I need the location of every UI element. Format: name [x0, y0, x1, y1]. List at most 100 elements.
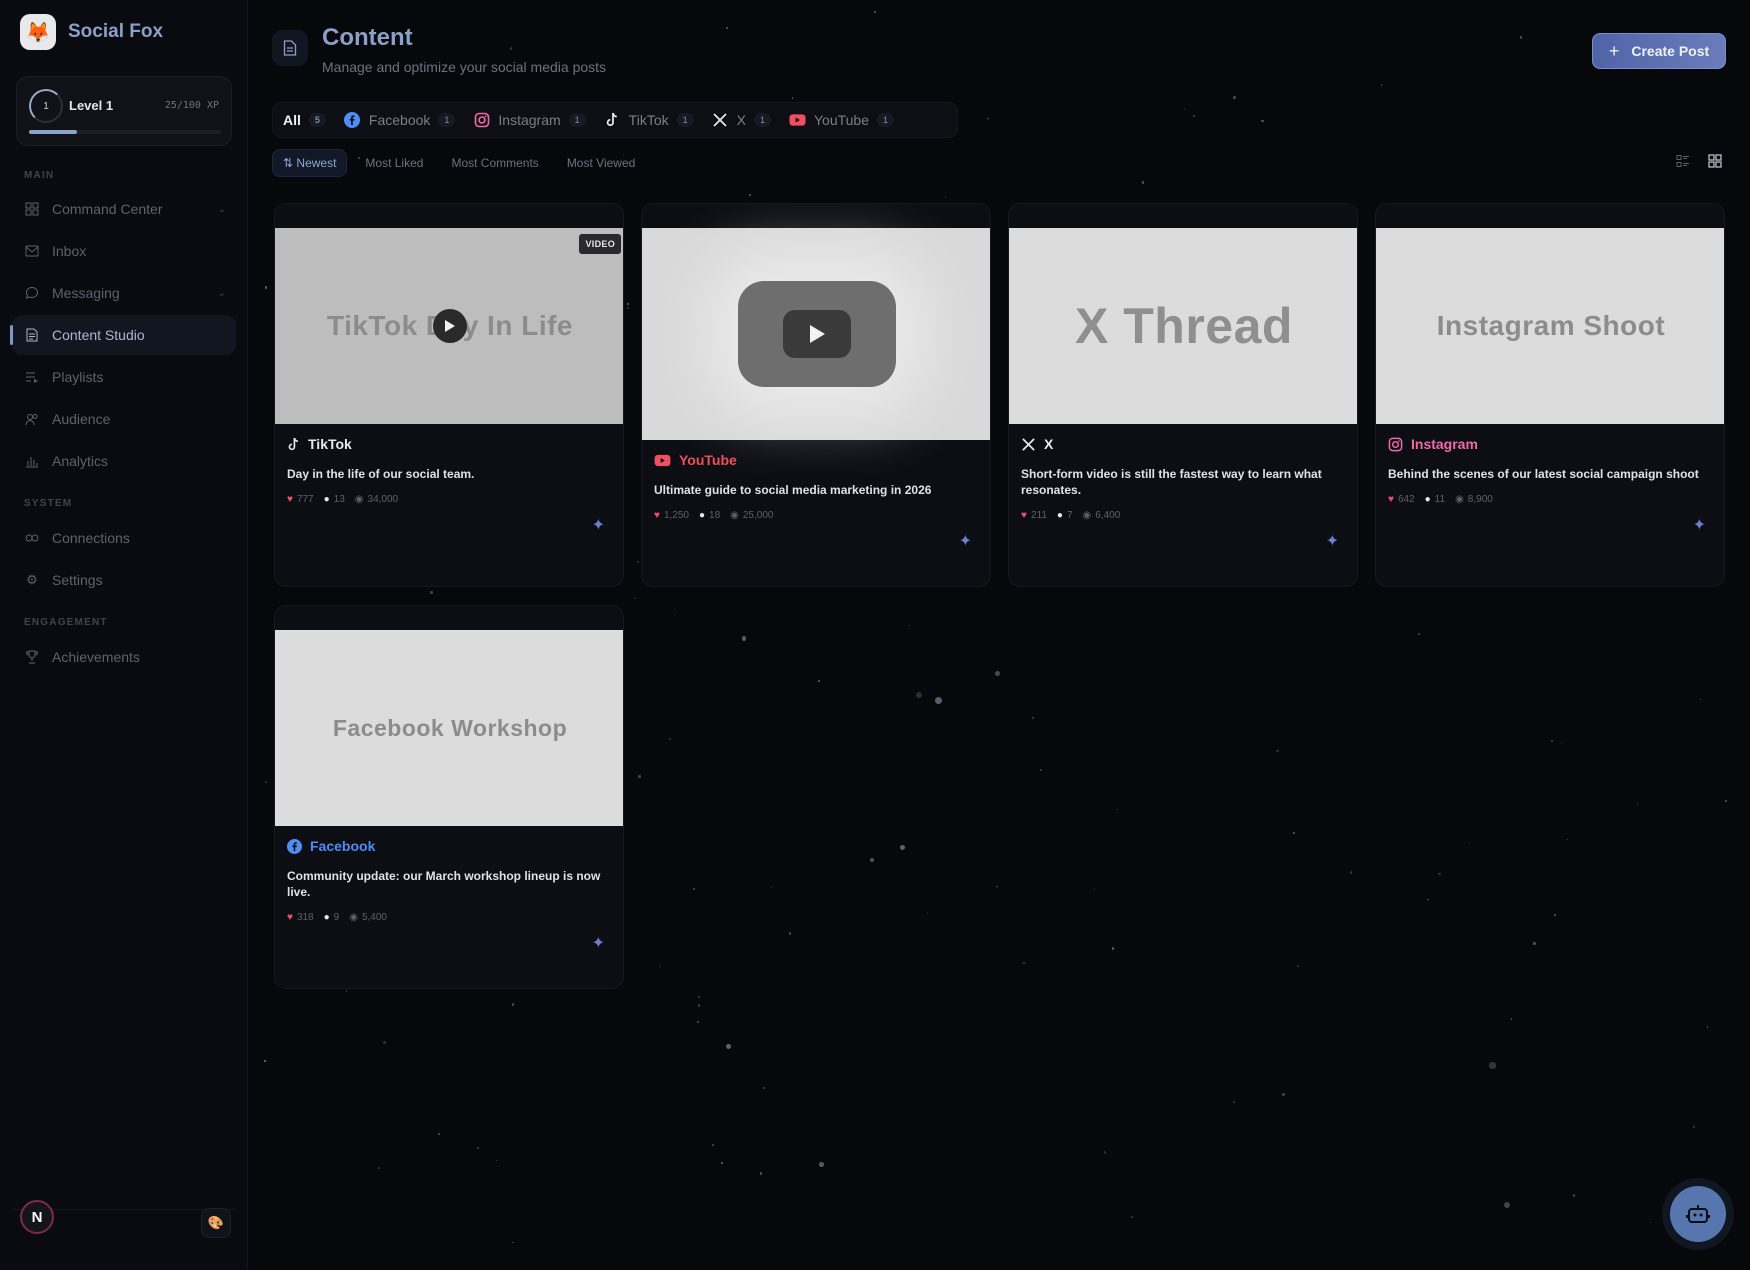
grid-view-icon: [1708, 154, 1722, 168]
thumbnail-text: X Thread: [1075, 298, 1293, 354]
youtube-icon: [789, 112, 806, 129]
eye-icon: ◉: [1455, 494, 1464, 505]
comments-count: 13: [333, 494, 345, 505]
tab-label: TikTok: [628, 112, 669, 128]
palette-icon: 🎨: [207, 1215, 225, 1230]
platform-filter-tabs: All 5 Facebook 1 Instagram 1 TikTok 1 X …: [272, 102, 958, 138]
comment-icon: ●: [323, 912, 330, 923]
tab-youtube[interactable]: YouTube 1: [789, 102, 895, 138]
play-icon[interactable]: [433, 309, 467, 343]
tab-count: 1: [568, 113, 586, 127]
post-card-facebook[interactable]: Facebook Workshop Facebook Community upd…: [274, 605, 624, 989]
post-card-youtube[interactable]: YouTube Ultimate guide to social media m…: [641, 203, 991, 587]
grid-view-button[interactable]: [1704, 150, 1726, 172]
tab-label: X: [736, 112, 746, 128]
xp-progress-bar: [29, 130, 221, 134]
likes-stat: ♥ 318: [287, 912, 314, 923]
heart-icon: ♥: [287, 494, 293, 505]
nav-item-inbox[interactable]: Inbox: [12, 231, 236, 271]
post-platform: TikTok: [287, 436, 611, 452]
nav-section-engagement: ENGAGEMENT: [24, 617, 108, 628]
eye-icon: ◉: [354, 494, 364, 505]
user-avatar[interactable]: N: [20, 1200, 54, 1234]
tab-instagram[interactable]: Instagram 1: [473, 102, 586, 138]
views-count: 34,000: [367, 494, 399, 505]
post-thumbnail[interactable]: TikTok Day In Life VIDEO: [275, 228, 623, 424]
comments-stat: ● 18: [699, 510, 720, 521]
post-thumbnail[interactable]: [642, 228, 990, 440]
post-stats: ♥ 1,250 ● 18 ◉ 25,000: [654, 510, 978, 521]
tab-count: 1: [877, 113, 895, 127]
nav-item-achievements[interactable]: Achievements: [12, 637, 236, 677]
sort-newest[interactable]: ⇅ Newest: [272, 149, 348, 177]
nav-label: Command Center: [52, 201, 163, 217]
nav-item-playlists[interactable]: Playlists: [12, 357, 236, 397]
post-thumbnail[interactable]: X Thread: [1009, 228, 1357, 424]
sort-options: ⇅ Newest Most Liked Most Comments Most V…: [272, 149, 645, 177]
nav-item-command-center[interactable]: Command Center ⌄: [12, 189, 236, 229]
create-post-button[interactable]: + Create Post: [1592, 33, 1726, 69]
platform-name: YouTube: [679, 452, 737, 468]
theme-palette-button[interactable]: 🎨: [201, 1208, 231, 1238]
level-xp: 25/100 XP: [164, 100, 219, 111]
create-post-label: Create Post: [1631, 43, 1710, 59]
level-ring-icon: 1: [29, 89, 63, 123]
ai-optimize-sparkle-icon[interactable]: ✦: [592, 515, 605, 535]
nav-item-content-studio[interactable]: Content Studio: [10, 315, 236, 355]
chevron-down-icon: ⌄: [217, 287, 226, 299]
ai-assistant-button[interactable]: [1670, 1186, 1726, 1242]
bar-chart-icon: [24, 453, 40, 469]
post-card-x[interactable]: X Thread X Short-form video is still the…: [1008, 203, 1358, 587]
views-stat: ◉ 25,000: [730, 510, 773, 521]
tab-tiktok[interactable]: TikTok 1: [604, 102, 694, 138]
tab-all[interactable]: All 5: [283, 102, 326, 138]
tab-count: 1: [753, 113, 771, 127]
comments-stat: ● 7: [1057, 510, 1073, 521]
post-platform: YouTube: [654, 452, 978, 468]
level-card[interactable]: 1 Level 1 25/100 XP: [16, 76, 232, 146]
ai-optimize-sparkle-icon[interactable]: ✦: [1326, 531, 1339, 551]
likes-count: 777: [296, 494, 314, 505]
nav-item-messaging[interactable]: Messaging ⌄: [12, 273, 236, 313]
nav-item-analytics[interactable]: Analytics: [12, 441, 236, 481]
nav-item-settings[interactable]: ⚙ Settings: [12, 560, 236, 600]
platform-name: Instagram: [1411, 436, 1478, 452]
post-thumbnail[interactable]: Instagram Shoot: [1376, 228, 1724, 424]
robot-icon: [1686, 1205, 1710, 1223]
heart-icon: ♥: [654, 510, 660, 521]
ai-optimize-sparkle-icon[interactable]: ✦: [1693, 515, 1706, 535]
ai-optimize-sparkle-icon[interactable]: ✦: [592, 933, 605, 953]
nav-item-audience[interactable]: Audience: [12, 399, 236, 439]
platform-name: TikTok: [308, 436, 352, 452]
post-card-tiktok[interactable]: TikTok Day In Life VIDEO TikTok Day in t…: [274, 203, 624, 587]
eye-icon: ◉: [730, 510, 739, 521]
post-thumbnail[interactable]: Facebook Workshop: [275, 630, 623, 826]
sort-most-viewed[interactable]: Most Viewed: [557, 150, 645, 176]
list-view-icon: [1676, 155, 1689, 167]
sort-most-liked[interactable]: Most Liked: [355, 150, 433, 176]
tab-facebook[interactable]: Facebook 1: [344, 102, 456, 138]
x-icon: [1022, 437, 1035, 451]
page-subtitle: Manage and optimize your social media po…: [322, 59, 607, 75]
post-text: Day in the life of our social team.: [287, 467, 475, 481]
brand[interactable]: 🦊 Social Fox: [20, 14, 163, 50]
youtube-icon: [654, 454, 671, 466]
nav-item-connections[interactable]: Connections: [12, 518, 236, 558]
instagram-icon: [473, 112, 490, 129]
post-body: Facebook Community update: our March wor…: [287, 838, 611, 923]
sort-arrows-icon: ⇅: [283, 156, 294, 170]
tab-count: 1: [676, 113, 694, 127]
tab-x[interactable]: X 1: [712, 102, 771, 138]
likes-count: 318: [296, 912, 314, 923]
page-title: Content: [322, 24, 413, 51]
heart-icon: ♥: [1388, 494, 1394, 505]
post-stats: ♥ 777 ● 13 ◉ 34,000: [287, 494, 611, 505]
video-badge: VIDEO: [579, 234, 621, 254]
tab-label: YouTube: [813, 112, 869, 128]
trophy-icon: [24, 649, 40, 665]
post-body: TikTok Day in the life of our social tea…: [287, 436, 611, 505]
list-view-button[interactable]: [1672, 150, 1694, 172]
post-card-instagram[interactable]: Instagram Shoot Instagram Behind the sce…: [1375, 203, 1725, 587]
sort-most-comments[interactable]: Most Comments: [441, 150, 548, 176]
ai-optimize-sparkle-icon[interactable]: ✦: [959, 531, 972, 551]
